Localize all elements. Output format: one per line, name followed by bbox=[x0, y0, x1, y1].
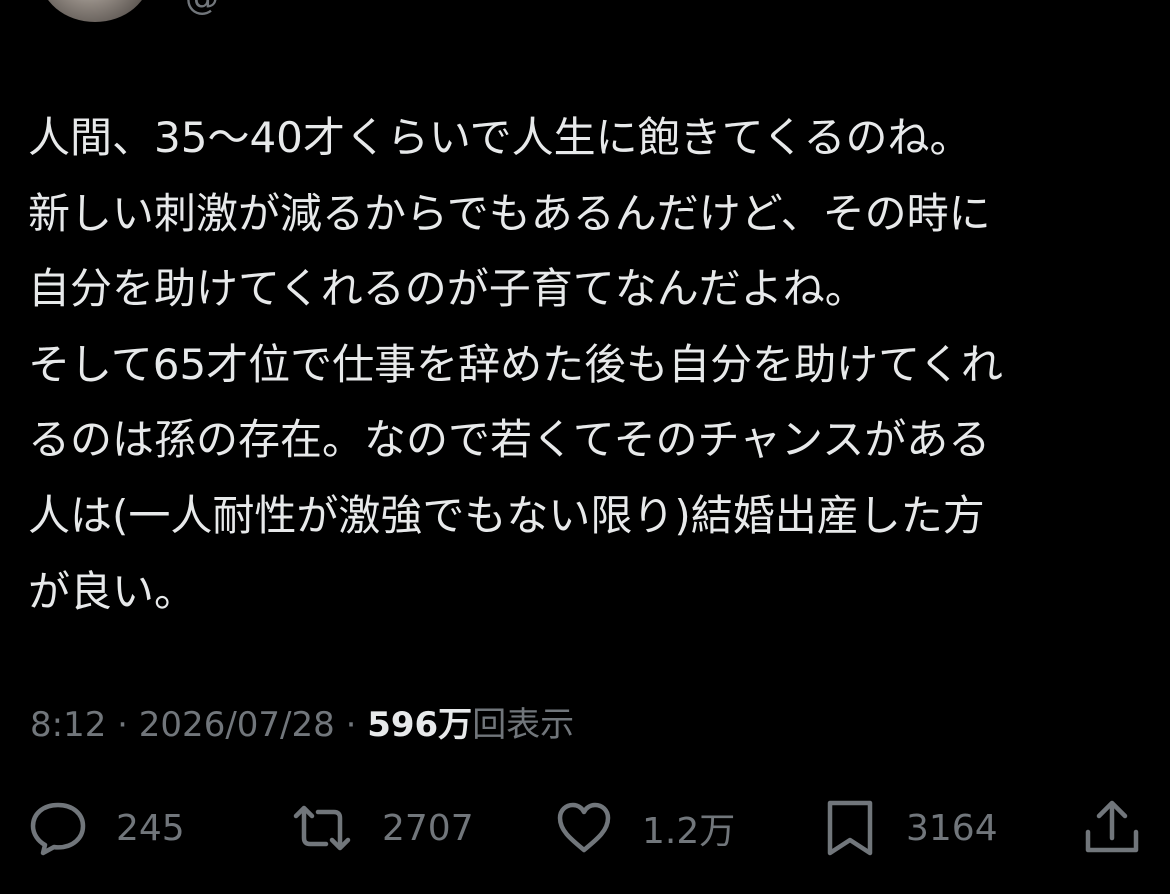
tweet-line: るのは孫の存在。なので若くてそのチャンスがある bbox=[28, 415, 991, 465]
retweet-count: 2707 bbox=[382, 807, 474, 849]
action-bar: 245 2707 1.2万 3164 bbox=[0, 796, 1170, 860]
tweet-line: 人は(一人耐性が激強でもない限り)結婚出産した方 bbox=[28, 490, 985, 540]
tweet-line: が良い。 bbox=[28, 566, 197, 616]
tweet-line: 新しい刺激が減るからでもあるんだけど、その時に bbox=[28, 188, 991, 238]
tweet-line: そして65才位で仕事を辞めた後も自分を助けてくれ bbox=[28, 339, 1003, 389]
user-handle[interactable]: @ bbox=[185, 0, 219, 18]
tweet-time[interactable]: 8:12 bbox=[30, 705, 106, 745]
tweet-line: 自分を助けてくれるのが子育てなんだよね。 bbox=[28, 264, 867, 314]
tweet-meta: 8:12 · 2026/07/28 · 596万回表示 bbox=[30, 700, 574, 750]
share-button[interactable] bbox=[1082, 796, 1142, 860]
reply-icon bbox=[28, 798, 88, 858]
avatar[interactable] bbox=[40, 0, 150, 22]
bookmark-count: 3164 bbox=[906, 807, 998, 849]
bookmark-icon bbox=[822, 798, 878, 858]
tweet-date[interactable]: 2026/07/28 bbox=[139, 705, 335, 745]
reply-button[interactable]: 245 bbox=[28, 796, 185, 860]
tweet-line: 人間、35〜40才くらいで人生に飽きてくるのね。 bbox=[28, 113, 972, 162]
share-icon bbox=[1082, 798, 1142, 858]
meta-separator: · bbox=[334, 705, 368, 745]
retweet-icon bbox=[290, 798, 354, 858]
like-count: 1.2万 bbox=[642, 811, 736, 852]
reply-count: 245 bbox=[116, 807, 185, 849]
views-label: 回表示 bbox=[472, 705, 575, 745]
heart-icon bbox=[554, 798, 614, 858]
meta-separator: · bbox=[106, 705, 139, 745]
retweet-button[interactable]: 2707 bbox=[290, 796, 474, 860]
views-count: 596万 bbox=[367, 705, 473, 745]
tweet-text: 人間、35〜40才くらいで人生に飽きてくるのね。 新しい刺激が減るからでもあるん… bbox=[28, 100, 1148, 629]
bookmark-button[interactable]: 3164 bbox=[822, 796, 998, 860]
like-button[interactable]: 1.2万 bbox=[554, 796, 735, 860]
